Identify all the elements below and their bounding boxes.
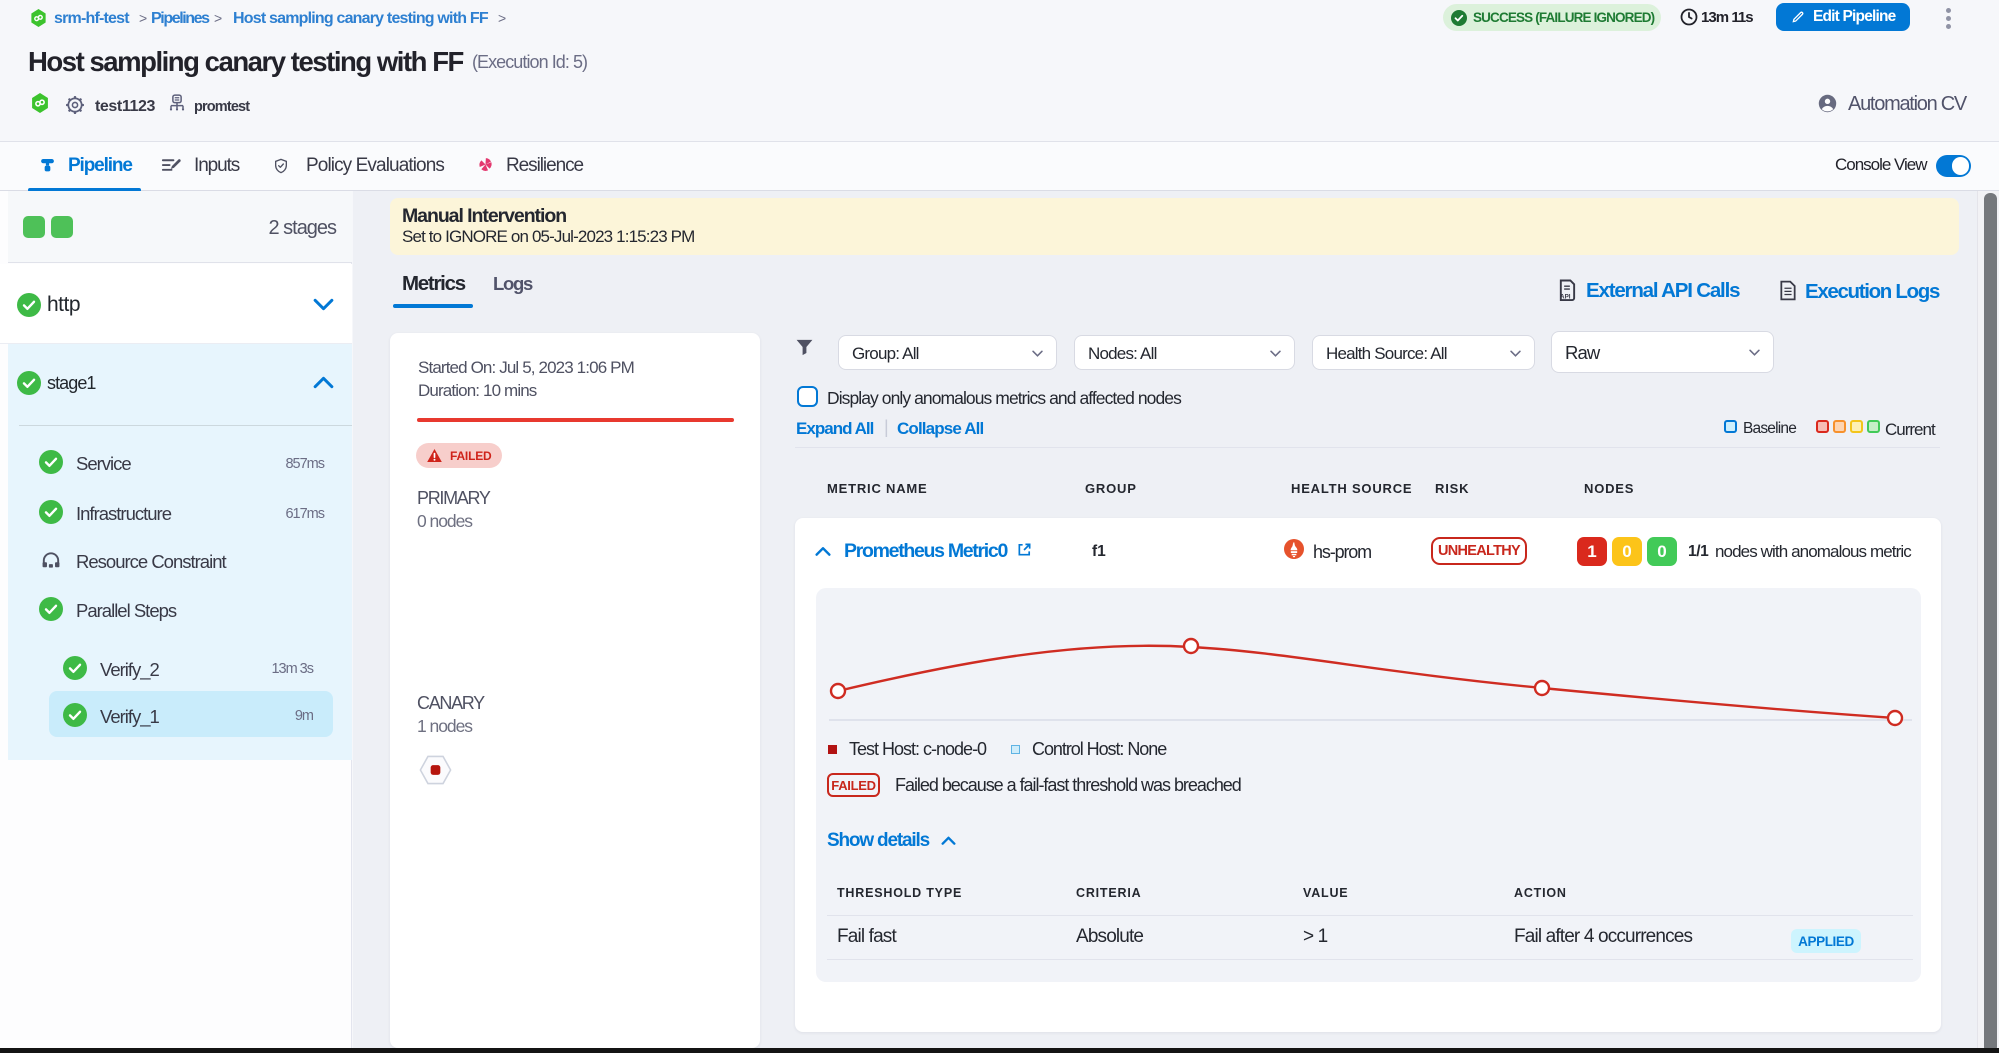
svg-text:API: API — [1560, 294, 1571, 301]
